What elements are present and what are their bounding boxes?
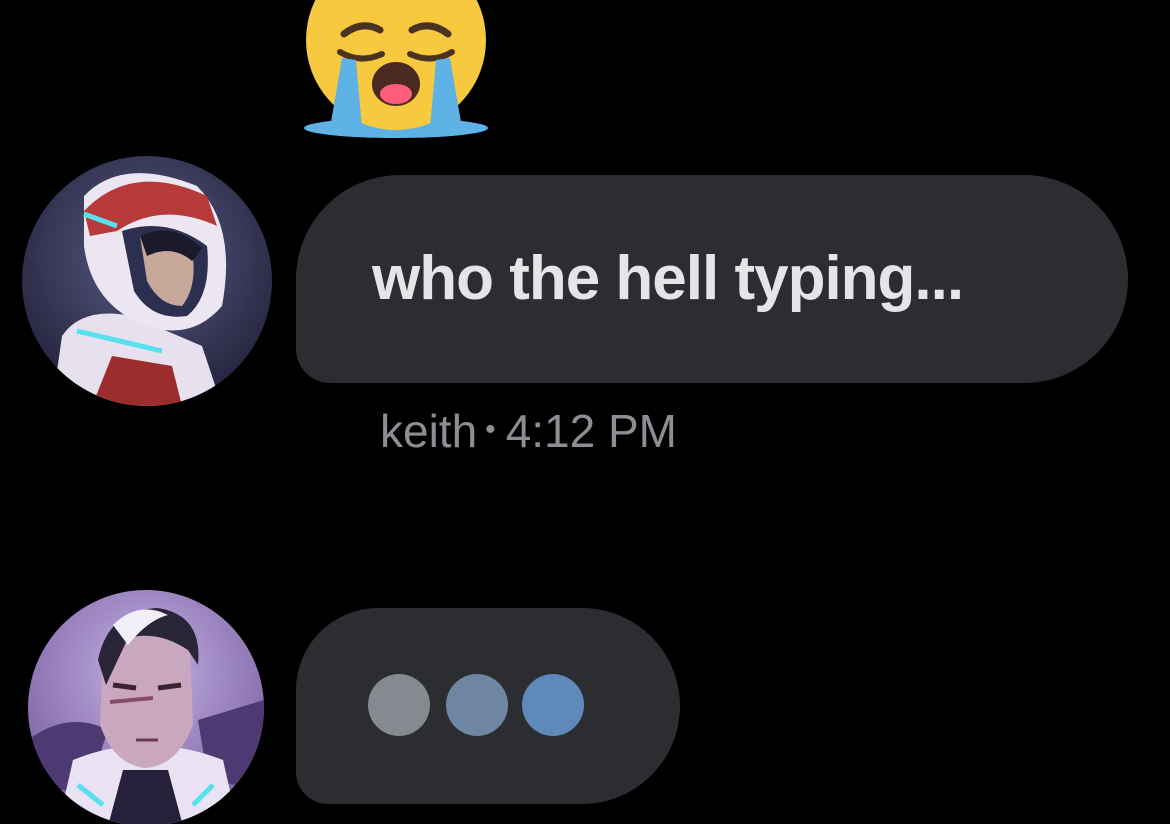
message-text: who the hell typing... [372, 244, 964, 313]
typing-dot [522, 674, 584, 736]
message-bubble[interactable]: who the hell typing... [296, 175, 1128, 383]
message-timestamp: 4:12 PM [505, 405, 677, 457]
message-meta: keith • 4:12 PM [380, 404, 677, 458]
crying-face-icon[interactable] [300, 0, 492, 142]
typing-indicator [296, 608, 680, 804]
shiro-avatar[interactable] [28, 590, 264, 824]
meta-separator: • [485, 413, 496, 446]
author-name[interactable]: keith [380, 405, 477, 457]
typing-dot [446, 674, 508, 736]
typing-dot [368, 674, 430, 736]
keith-avatar[interactable] [22, 156, 272, 406]
chat-view: who the hell typing... keith • 4:12 PM [0, 0, 1170, 824]
